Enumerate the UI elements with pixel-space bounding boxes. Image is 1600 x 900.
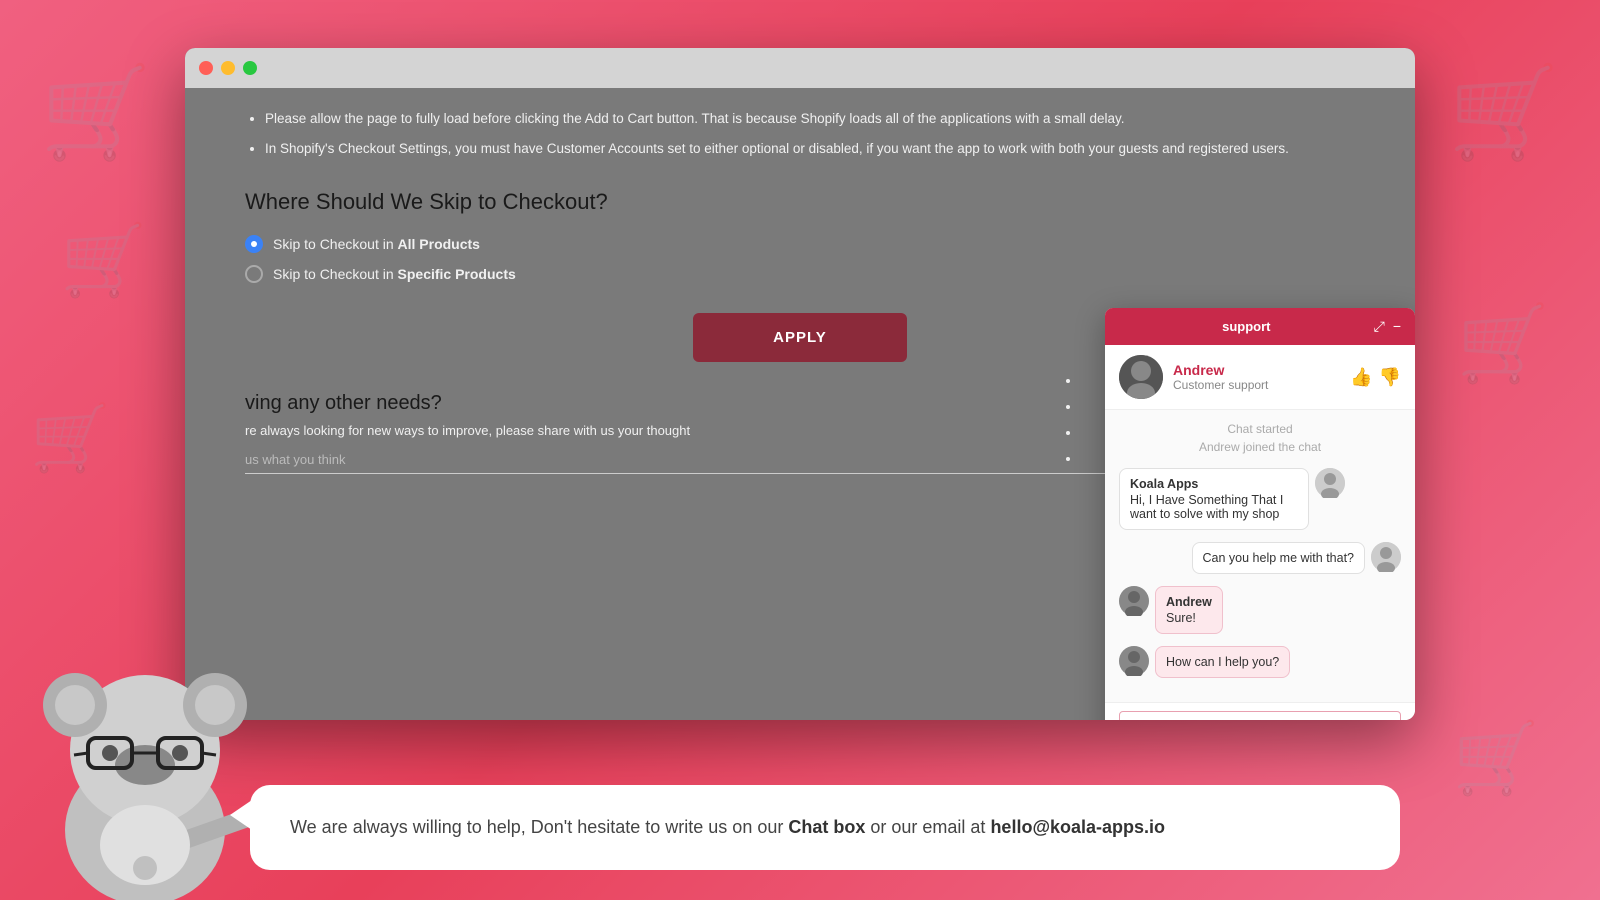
right-bullet-1: [1081, 368, 1085, 394]
chat-header-controls: ⤢ −: [1374, 318, 1401, 335]
message-row-4: How can I help you?: [1119, 646, 1401, 678]
radio-group: Skip to Checkout in All Products Skip to…: [245, 235, 1355, 283]
traffic-light-yellow[interactable]: [221, 61, 235, 75]
message-text-2: Can you help me with that?: [1203, 551, 1354, 565]
bullet-item-1: Please allow the page to fully load befo…: [265, 108, 1355, 130]
message-sender-1: Koala Apps: [1130, 477, 1298, 491]
right-bullet-4: [1081, 446, 1085, 472]
chat-header-title: support: [1119, 319, 1374, 334]
chat-joined-label: Andrew joined the chat: [1119, 440, 1401, 454]
bg-cart-icon-4: 🛒: [1448, 60, 1560, 165]
message-avatar-1: [1315, 468, 1345, 498]
right-bullet-2: [1081, 394, 1085, 420]
radio-label-specific: Skip to Checkout in Specific Products: [273, 266, 516, 282]
traffic-light-green[interactable]: [243, 61, 257, 75]
close-icon[interactable]: −: [1393, 318, 1401, 335]
agent-info: Andrew Customer support: [1173, 362, 1350, 392]
message-avatar-3: [1119, 586, 1149, 616]
chat-message-input[interactable]: [1119, 711, 1401, 720]
speech-email: hello@koala-apps.io: [990, 817, 1165, 837]
speech-chatbox: Chat box: [788, 817, 865, 837]
message-sender-3: Andrew: [1166, 595, 1212, 609]
agent-role: Customer support: [1173, 378, 1350, 392]
bg-cart-icon-5: 🛒: [1457, 300, 1550, 388]
apply-button[interactable]: APPLY: [693, 313, 907, 362]
bg-cart-icon-6: 🛒: [1453, 718, 1540, 800]
skip-to-checkout-section: Where Should We Skip to Checkout? Skip t…: [245, 189, 1355, 283]
message-row-2: Can you help me with that?: [1119, 542, 1401, 574]
chat-widget: support ⤢ − Andrew Customer supp: [1105, 308, 1415, 720]
agent-avatar: [1119, 355, 1163, 399]
needs-input[interactable]: [245, 446, 1133, 474]
message-row-3: Andrew Sure!: [1119, 586, 1401, 634]
radio-all-products[interactable]: Skip to Checkout in All Products: [245, 235, 1355, 253]
thumbs-up-icon[interactable]: 👍: [1350, 367, 1372, 388]
bg-cart-icon-1: 🛒: [40, 60, 152, 165]
chat-started-label: Chat started: [1119, 422, 1401, 436]
expand-icon[interactable]: ⤢: [1374, 318, 1385, 335]
message-bubble-4: How can I help you?: [1155, 646, 1290, 678]
message-bubble-2: Can you help me with that?: [1192, 542, 1365, 574]
message-bubble-3: Andrew Sure!: [1155, 586, 1223, 634]
bg-cart-icon-2: 🛒: [60, 220, 147, 302]
bullet-section: Please allow the page to fully load befo…: [245, 108, 1355, 159]
bg-cart-icon-3: 🛒: [30, 400, 111, 476]
agent-name: Andrew: [1173, 362, 1350, 378]
radio-label-all: Skip to Checkout in All Products: [273, 236, 480, 252]
message-row-1: Koala Apps Hi, I Have Something That I w…: [1119, 468, 1401, 530]
speech-text-2: or our email at: [865, 817, 990, 837]
chat-messages: Chat started Andrew joined the chat Koal…: [1105, 410, 1415, 702]
koala-character: [0, 600, 280, 900]
right-bullets-section: [1061, 368, 1085, 472]
browser-window: Please allow the page to fully load befo…: [185, 48, 1415, 720]
radio-specific-products[interactable]: Skip to Checkout in Specific Products: [245, 265, 1355, 283]
speech-text-1: We are always willing to help, Don't hes…: [290, 817, 788, 837]
message-text-1: Hi, I Have Something That I want to solv…: [1130, 493, 1298, 521]
bullet-item-2: In Shopify's Checkout Settings, you must…: [265, 138, 1355, 160]
speech-bubble: We are always willing to help, Don't hes…: [250, 785, 1400, 870]
koala-svg: [10, 600, 280, 900]
chat-header: support ⤢ −: [1105, 308, 1415, 345]
chat-agent-bar: Andrew Customer support 👍 👎: [1105, 345, 1415, 410]
thumbs-down-icon[interactable]: 👎: [1379, 367, 1401, 388]
radio-circle-all[interactable]: [245, 235, 263, 253]
message-avatar-4: [1119, 646, 1149, 676]
traffic-light-red[interactable]: [199, 61, 213, 75]
message-text-4: How can I help you?: [1166, 655, 1279, 669]
message-text-3: Sure!: [1166, 611, 1212, 625]
message-avatar-2: [1371, 542, 1401, 572]
chat-rating: 👍 👎: [1350, 367, 1401, 388]
radio-circle-specific[interactable]: [245, 265, 263, 283]
page-content: Please allow the page to fully load befo…: [185, 88, 1415, 720]
chat-input-area: [1105, 702, 1415, 720]
right-bullet-3: [1081, 420, 1085, 446]
browser-titlebar: [185, 48, 1415, 88]
skip-section-title: Where Should We Skip to Checkout?: [245, 189, 1355, 215]
message-bubble-1: Koala Apps Hi, I Have Something That I w…: [1119, 468, 1309, 530]
